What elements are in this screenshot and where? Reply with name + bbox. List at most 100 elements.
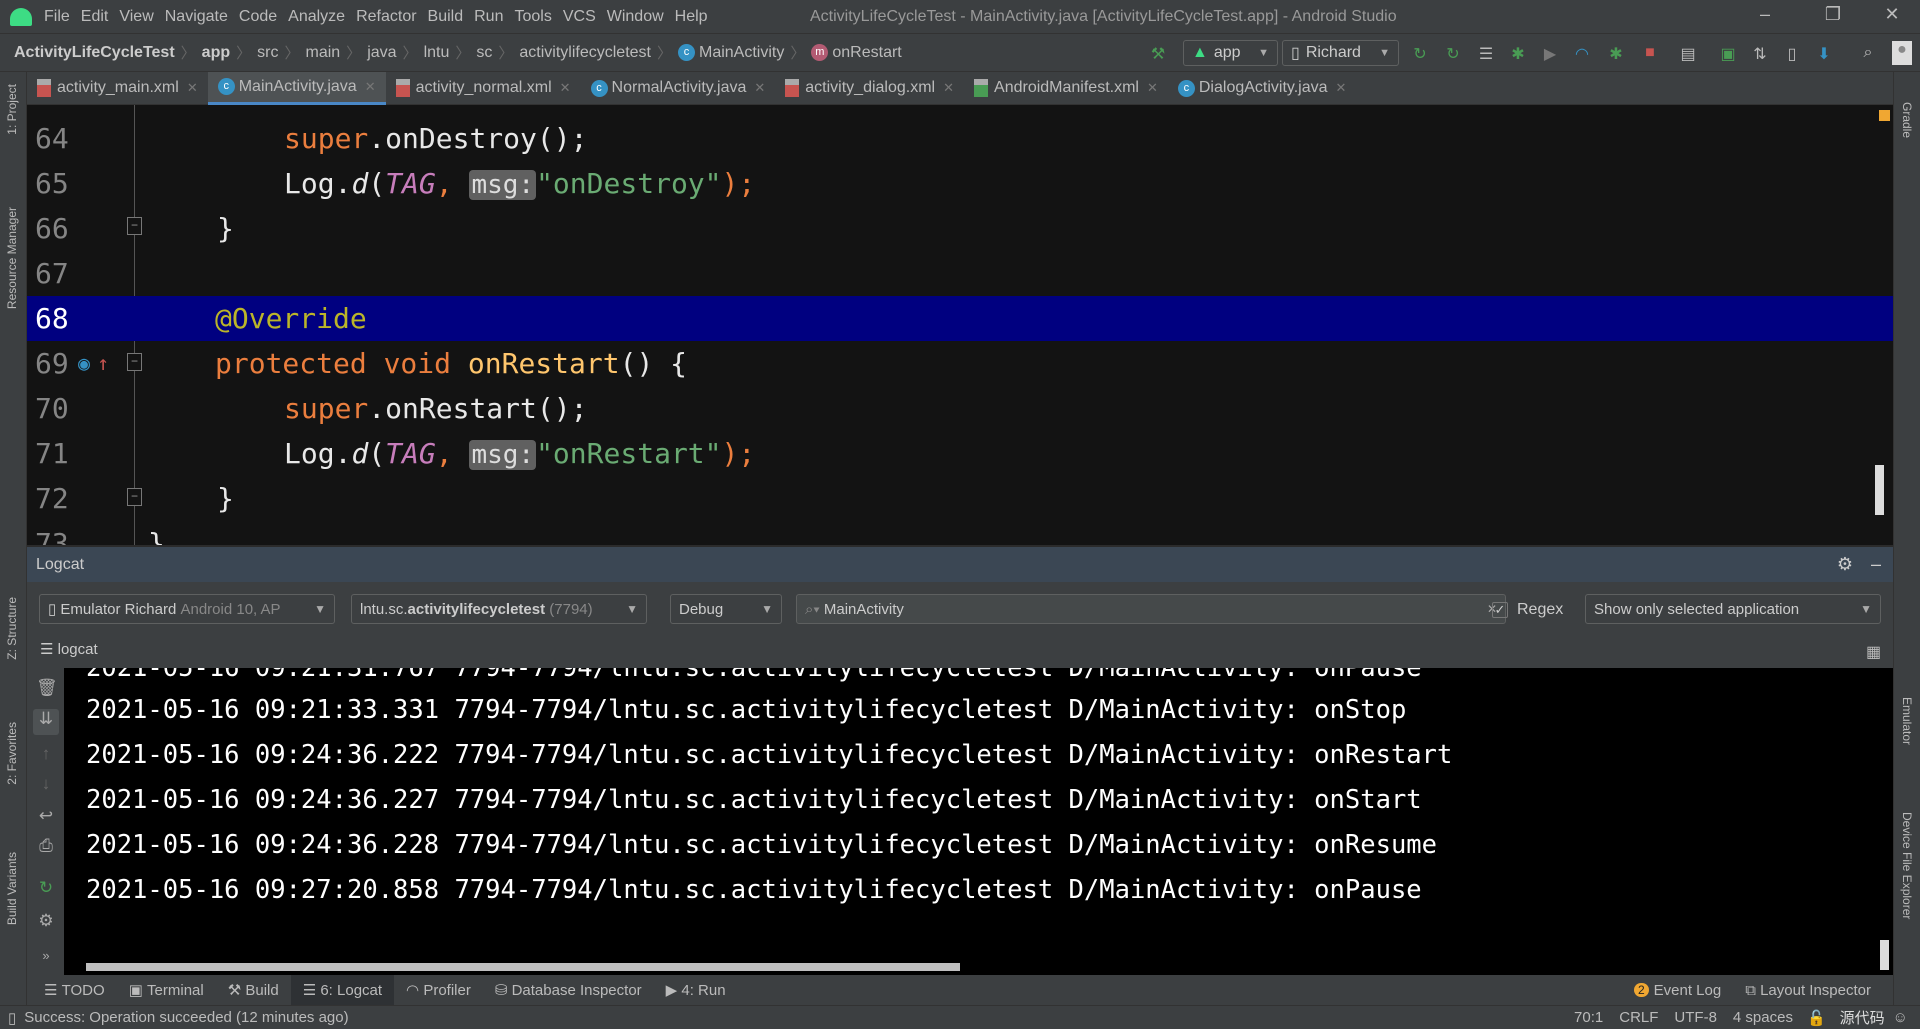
crumb-method[interactable]: m onRestart — [811, 44, 902, 62]
search-icon[interactable]: ⌕ — [1858, 44, 1878, 62]
process-selector[interactable]: lntu.sc. activitylifecycletest (7794) ▼ — [351, 594, 647, 624]
user-avatar-icon[interactable]: ● — [1892, 41, 1912, 65]
tab-android-manifest[interactable]: AndroidManifest.xml ✕ — [964, 72, 1168, 105]
tool-tab-todo[interactable]: ☰ TODO — [32, 975, 117, 1005]
warning-marker-icon[interactable] — [1879, 110, 1890, 121]
menu-run[interactable]: Run — [474, 8, 503, 26]
crumb-package[interactable]: activitylifecycletest — [519, 44, 651, 62]
logcat-view-tab[interactable]: ☰ logcat — [40, 640, 98, 658]
menu-help[interactable]: Help — [675, 8, 708, 26]
logcat-search-input[interactable]: ⌕▾ MainActivity ✕ — [796, 594, 1506, 624]
hammer-build-icon[interactable]: ⚒ — [1148, 44, 1168, 63]
print-icon[interactable]: ⎙ — [36, 836, 56, 858]
scroll-to-end-icon[interactable]: ⇊ — [33, 709, 59, 735]
maximize-button[interactable]: ❐ — [1813, 4, 1853, 25]
editor-scrollbar[interactable] — [1875, 465, 1884, 515]
tool-tab-build[interactable]: ⚒ Build — [216, 975, 291, 1005]
caret-position[interactable]: 70:1 — [1574, 1009, 1603, 1026]
stripe-build-variants[interactable]: Build Variants — [5, 852, 19, 925]
close-tab-icon[interactable]: ✕ — [943, 80, 954, 96]
layout-inspector-button[interactable]: ⧉ Layout Inspector — [1733, 975, 1883, 1005]
sdk-manager-icon[interactable]: ▯ — [1782, 44, 1802, 63]
stop-icon[interactable]: ■ — [1640, 44, 1660, 62]
regex-checkbox[interactable]: ✓ — [1492, 602, 1508, 618]
tab-normal-activity-java[interactable]: c NormalActivity.java ✕ — [581, 72, 776, 105]
event-log-button[interactable]: 2 Event Log — [1622, 975, 1733, 1005]
trash-icon[interactable]: 🗑 — [36, 678, 58, 700]
close-tab-icon[interactable]: ✕ — [560, 80, 571, 96]
close-tab-icon[interactable]: ✕ — [187, 80, 198, 96]
stripe-device-file-explorer[interactable]: Device File Explorer — [1900, 812, 1914, 919]
tab-dialog-activity-java[interactable]: c DialogActivity.java ✕ — [1168, 72, 1357, 105]
down-arrow-icon[interactable]: ↓ — [36, 774, 56, 796]
crumb-src[interactable]: src — [257, 44, 278, 62]
settings-gear-icon[interactable]: ⚙ — [36, 911, 56, 933]
menu-view[interactable]: View — [119, 8, 153, 26]
menu-build[interactable]: Build — [428, 8, 464, 26]
file-encoding[interactable]: UTF-8 — [1674, 1009, 1717, 1026]
stripe-emulator[interactable]: Emulator — [1900, 697, 1914, 745]
device-dropdown[interactable]: ▯ Richard ▼ — [1282, 40, 1399, 66]
code-editor[interactable]: 64 super.onDestroy(); 65 Log.d(TAG, msg:"o… — [27, 105, 1893, 545]
close-tab-icon[interactable]: ✕ — [1336, 80, 1347, 96]
stripe-structure[interactable]: Z: Structure — [5, 597, 19, 660]
crumb-lntu[interactable]: lntu — [424, 44, 450, 62]
attach-debugger-icon[interactable]: ▶ — [1540, 44, 1560, 63]
tab-activity-main-xml[interactable]: activity_main.xml ✕ — [27, 72, 208, 105]
layout-options-icon[interactable]: ▦ — [1866, 642, 1881, 662]
lock-icon[interactable]: 🔓 — [1807, 1009, 1826, 1027]
profile-icon[interactable]: ◠ — [1572, 44, 1592, 63]
tool-tab-database-inspector[interactable]: ⛁ Database Inspector — [483, 975, 654, 1005]
gradle-sync-icon[interactable]: ⇅ — [1750, 44, 1770, 63]
hector-icon[interactable]: ☺ — [1893, 1009, 1908, 1026]
device-selector[interactable]: ▯ Emulator Richard Android 10, AP ▼ — [39, 594, 335, 624]
tab-main-activity-java[interactable]: c MainActivity.java ✕ — [207, 71, 386, 105]
restart-icon[interactable]: ↻ — [36, 878, 56, 900]
crumb-project[interactable]: ActivityLifeCycleTest — [14, 44, 175, 62]
soft-wrap-icon[interactable]: ↩ — [36, 806, 56, 828]
settings-gear-icon[interactable]: ⚙ — [1837, 554, 1853, 575]
hide-panel-icon[interactable]: – — [1871, 554, 1881, 575]
menu-code[interactable]: Code — [239, 8, 277, 26]
menu-tools[interactable]: Tools — [514, 8, 551, 26]
project-structure-icon[interactable]: ▤ — [1678, 44, 1698, 63]
stripe-project[interactable]: 1: Project — [5, 84, 19, 135]
menu-edit[interactable]: Edit — [81, 8, 109, 26]
indent-setting[interactable]: 4 spaces — [1733, 1009, 1793, 1026]
logcat-output[interactable]: 2021-05-16 09:21:31.767 7794-7794/lntu.s… — [64, 668, 1893, 975]
tab-activity-normal-xml[interactable]: activity_normal.xml ✕ — [386, 72, 581, 105]
menu-vcs[interactable]: VCS — [563, 8, 596, 26]
log-level-selector[interactable]: Debug ▼ — [670, 594, 782, 624]
crumb-main[interactable]: main — [305, 44, 340, 62]
fold-icon[interactable]: − — [127, 217, 142, 235]
close-window-button[interactable]: ✕ — [1872, 4, 1912, 25]
tool-tab-profiler[interactable]: ◠ Profiler — [394, 975, 483, 1005]
crumb-sc[interactable]: sc — [476, 44, 492, 62]
menu-file[interactable]: File — [44, 8, 70, 26]
overrides-method-icon[interactable]: ◉ — [78, 341, 90, 386]
tool-tab-terminal[interactable]: ▣ Terminal — [117, 975, 216, 1005]
horizontal-scrollbar[interactable] — [86, 963, 960, 971]
crumb-java[interactable]: java — [367, 44, 396, 62]
device-manager-icon[interactable]: ⬇ — [1814, 44, 1834, 63]
up-arrow-icon[interactable]: ↑ — [36, 744, 56, 766]
stripe-gradle[interactable]: Gradle — [1900, 102, 1914, 138]
close-tab-icon[interactable]: ✕ — [365, 79, 376, 95]
tool-tab-run[interactable]: ▶ 4: Run — [654, 975, 738, 1005]
tab-activity-dialog-xml[interactable]: activity_dialog.xml ✕ — [775, 72, 964, 105]
debug-icon[interactable]: ✱ — [1508, 44, 1528, 63]
run-config-dropdown[interactable]: ▲ app ▼ — [1183, 40, 1278, 66]
more-icon[interactable]: » — [36, 948, 56, 970]
attach-debugger-process-icon[interactable]: ✱ — [1606, 44, 1626, 63]
vertical-scrollbar[interactable] — [1880, 940, 1889, 970]
menu-analyze[interactable]: Analyze — [288, 8, 345, 26]
minimize-button[interactable]: – — [1745, 4, 1785, 25]
apply-code-changes-icon[interactable]: ↻ — [1443, 44, 1463, 63]
menu-refactor[interactable]: Refactor — [356, 8, 416, 26]
stripe-resource-manager[interactable]: Resource Manager — [5, 207, 19, 309]
close-tab-icon[interactable]: ✕ — [754, 80, 765, 96]
close-tab-icon[interactable]: ✕ — [1147, 80, 1158, 96]
filter-selector[interactable]: Show only selected application ▼ — [1585, 594, 1881, 624]
status-message[interactable]: Success: Operation succeeded (12 minutes… — [24, 1009, 348, 1026]
crumb-module[interactable]: app — [202, 44, 230, 62]
